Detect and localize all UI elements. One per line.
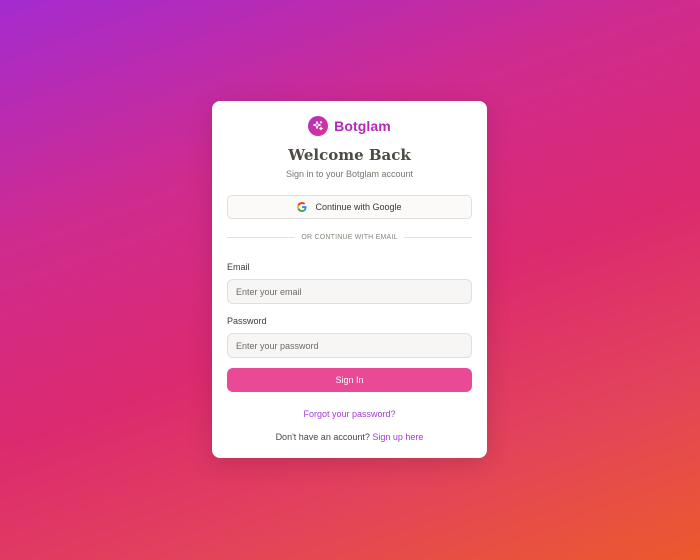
email-label: Email	[227, 262, 250, 272]
sparkles-icon	[308, 116, 329, 136]
forgot-password-link[interactable]: Forgot your password?	[212, 409, 487, 419]
or-divider: OR CONTINUE WITH EMAIL	[227, 234, 472, 241]
login-card: Botglam Welcome Back Sign in to your Bot…	[212, 101, 487, 458]
signup-row: Don't have an account? Sign up here	[212, 432, 487, 442]
brand-header: Botglam	[212, 116, 487, 136]
password-label: Password	[227, 316, 267, 326]
sign-up-link[interactable]: Sign up here	[372, 432, 423, 442]
divider-line-left	[227, 237, 296, 238]
page-title: Welcome Back	[288, 146, 411, 164]
continue-with-google-button[interactable]: Continue with Google	[227, 195, 472, 219]
divider-text: OR CONTINUE WITH EMAIL	[301, 234, 398, 241]
email-field[interactable]	[227, 279, 472, 304]
divider-line-right	[403, 237, 472, 238]
brand-name: Botglam	[334, 118, 391, 134]
sign-in-button[interactable]: Sign In	[227, 368, 472, 392]
page-subtitle: Sign in to your Botglam account	[285, 169, 414, 179]
continue-with-google-label: Continue with Google	[315, 202, 402, 212]
google-icon	[297, 202, 308, 212]
signup-prompt: Don't have an account?	[275, 432, 370, 442]
password-field[interactable]	[227, 333, 472, 358]
